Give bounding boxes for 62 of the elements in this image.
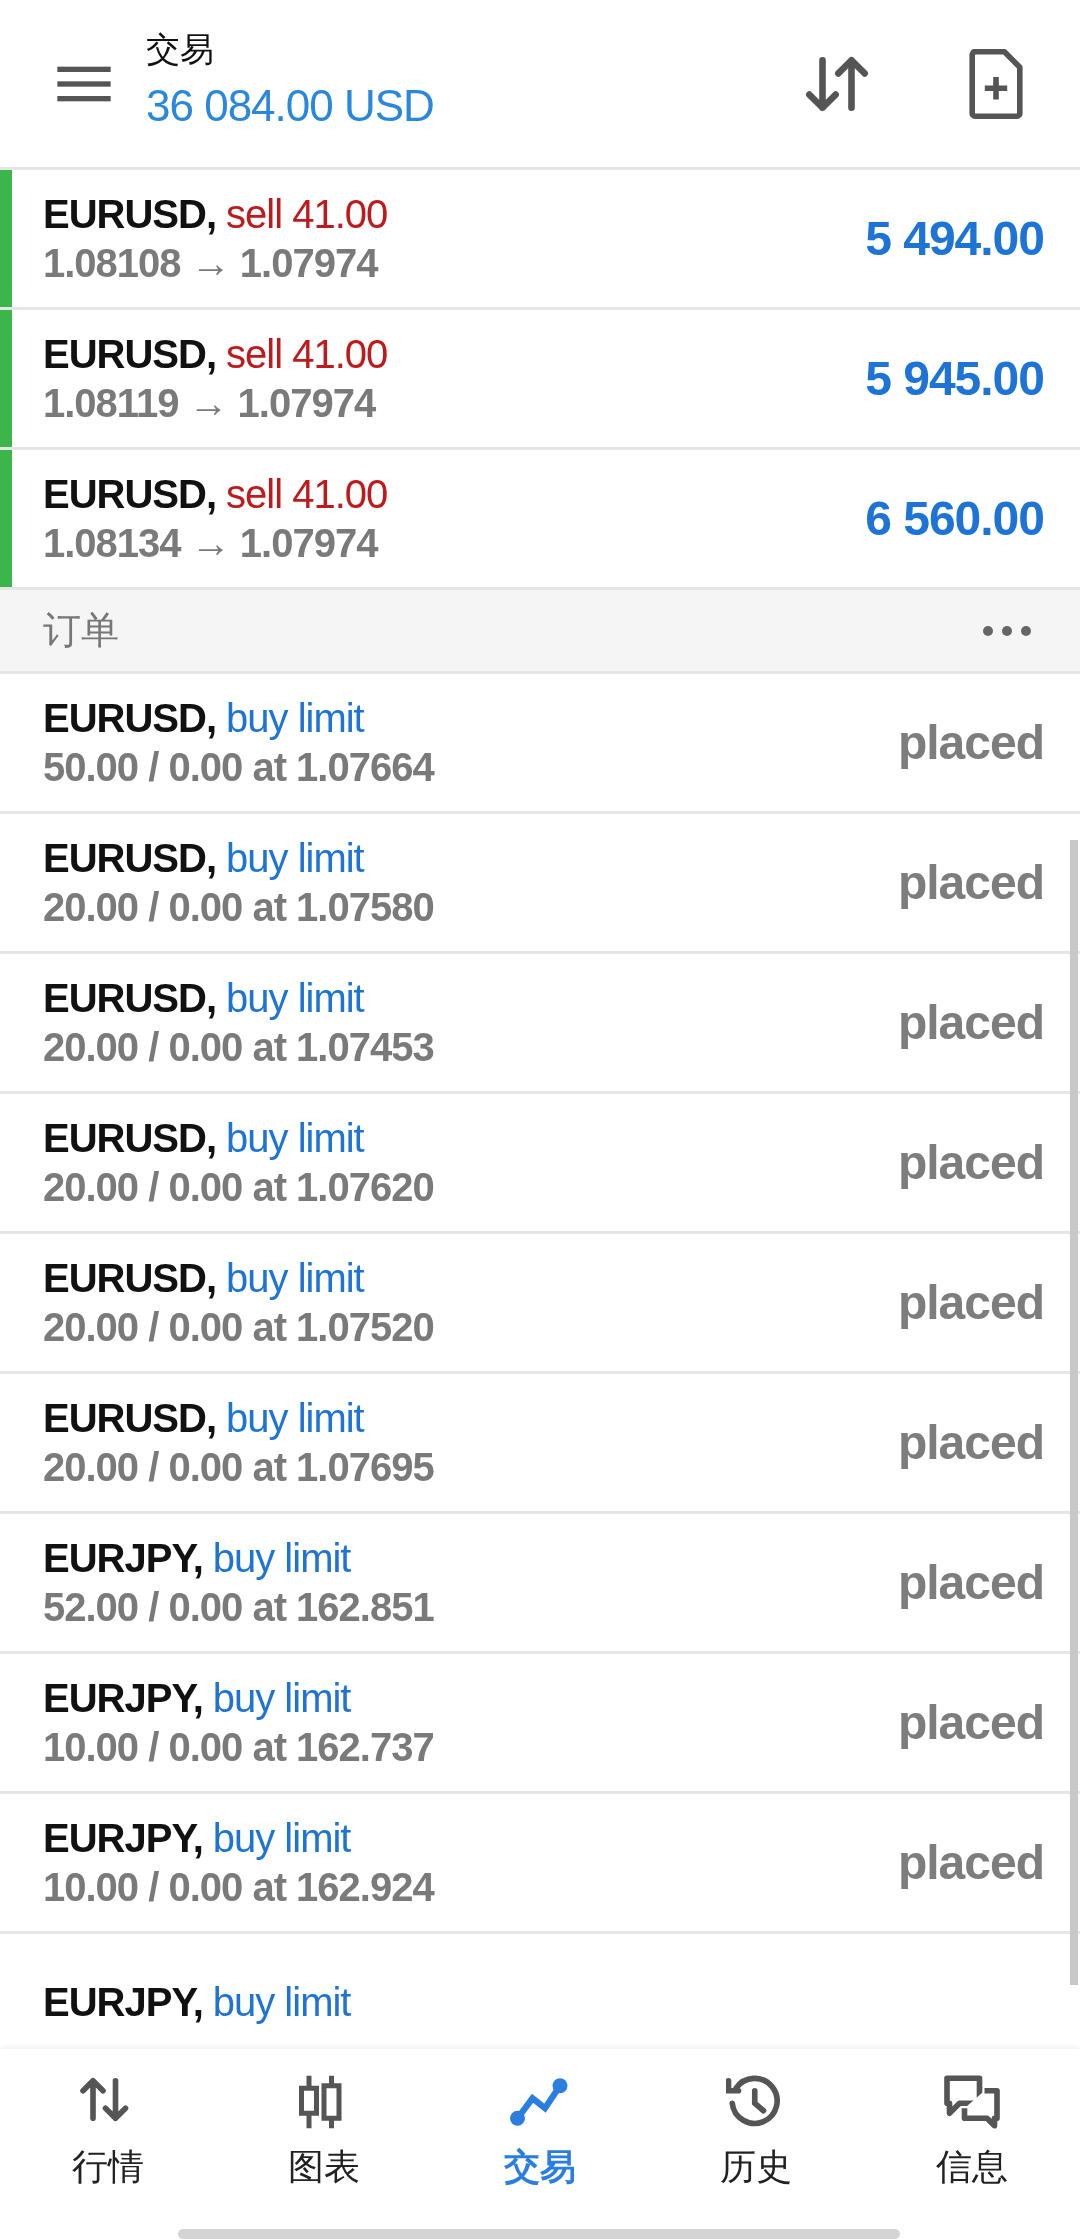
symbol-text: EURUSD, bbox=[43, 471, 217, 516]
symbol-text: EURUSD, bbox=[43, 331, 217, 376]
order-details-text: 50.00 / 0.00 at 1.07664 bbox=[43, 744, 436, 790]
price-text: 1.08119 → 1.07974 bbox=[43, 380, 377, 426]
symbol-text: EURUSD, bbox=[43, 975, 217, 1020]
order-details-text: 20.00 / 0.00 at 1.07453 bbox=[43, 1024, 435, 1070]
symbol-text: EURUSD, bbox=[43, 1395, 217, 1440]
status-text: placed bbox=[897, 1415, 1044, 1470]
section-title: 订单 bbox=[43, 608, 119, 653]
order-type-text: buy limit bbox=[226, 835, 364, 880]
price-text: 1.08134 → 1.07974 bbox=[43, 520, 380, 566]
symbol-text: EURJPY, bbox=[43, 1675, 203, 1720]
order-type-text: buy limit bbox=[226, 975, 364, 1020]
profit-text: 5 494.00 bbox=[865, 211, 1044, 266]
symbol-text: EURUSD, bbox=[43, 1255, 217, 1300]
order-type-text: sell 41.00 bbox=[226, 331, 388, 376]
profit-text: 6 560.00 bbox=[865, 491, 1044, 546]
symbol-text: EURJPY, bbox=[43, 1815, 203, 1860]
order-type-text: buy limit bbox=[226, 1395, 364, 1440]
order-type-text: buy limit bbox=[226, 695, 364, 740]
status-text: placed bbox=[897, 1275, 1044, 1330]
profit-text: 5 945.00 bbox=[865, 351, 1044, 406]
symbol-text: EURJPY, bbox=[43, 1980, 203, 2024]
status-text: placed bbox=[897, 1695, 1044, 1750]
order-details-text: 20.00 / 0.00 at 1.07520 bbox=[43, 1304, 435, 1350]
order-type-text: buy limit bbox=[212, 1535, 351, 1580]
order-type-text: buy limit bbox=[212, 1980, 351, 2024]
order-details-text: 10.00 / 0.00 at 162.737 bbox=[43, 1724, 435, 1770]
order-details-text: 20.00 / 0.00 at 1.07580 bbox=[43, 884, 435, 930]
order-details-text: 52.00 / 0.00 at 162.851 bbox=[43, 1584, 435, 1630]
status-text: placed bbox=[897, 1555, 1044, 1610]
sort-icon[interactable] bbox=[804, 54, 870, 113]
symbol-text: EURUSD, bbox=[43, 1115, 217, 1160]
nav-tab[interactable]: 图表 bbox=[249, 2073, 399, 2192]
order-type-text: sell 41.00 bbox=[226, 471, 388, 516]
symbol-text: EURUSD, bbox=[43, 835, 217, 880]
nav-tab[interactable]: 行情 bbox=[33, 2073, 183, 2192]
status-text: placed bbox=[897, 1835, 1044, 1890]
symbol-text: EURJPY, bbox=[43, 1535, 203, 1580]
chat-icon bbox=[942, 2073, 1002, 2131]
more-icon[interactable] bbox=[982, 624, 1032, 637]
status-text: placed bbox=[897, 1135, 1044, 1190]
price-text: 1.08108 → 1.07974 bbox=[43, 240, 380, 286]
status-text: placed bbox=[897, 715, 1044, 770]
screen-title: 交易 bbox=[146, 28, 215, 70]
order-type-text: buy limit bbox=[226, 1255, 364, 1300]
order-details-text: 10.00 / 0.00 at 162.924 bbox=[43, 1864, 436, 1910]
balance-text: 36 084.00 USD bbox=[146, 80, 434, 131]
status-text: placed bbox=[897, 855, 1044, 910]
new-document-icon[interactable] bbox=[968, 48, 1024, 119]
order-details-text: 20.00 / 0.00 at 1.07695 bbox=[43, 1444, 435, 1490]
order-type-text: sell 41.00 bbox=[226, 191, 388, 236]
order-type-text: buy limit bbox=[226, 1115, 364, 1160]
nav-tab[interactable]: 信息 bbox=[897, 2073, 1047, 2192]
status-text: placed bbox=[897, 995, 1044, 1050]
nav-tab[interactable]: 历史 bbox=[681, 2073, 831, 2192]
symbol-text: EURUSD, bbox=[43, 191, 217, 236]
symbol-text: EURUSD, bbox=[43, 695, 217, 740]
order-details-text: 20.00 / 0.00 at 1.07620 bbox=[43, 1164, 435, 1210]
nav-tab[interactable]: 交易 bbox=[465, 2073, 615, 2192]
order-type-text: buy limit bbox=[212, 1815, 351, 1860]
order-type-text: buy limit bbox=[212, 1675, 351, 1720]
